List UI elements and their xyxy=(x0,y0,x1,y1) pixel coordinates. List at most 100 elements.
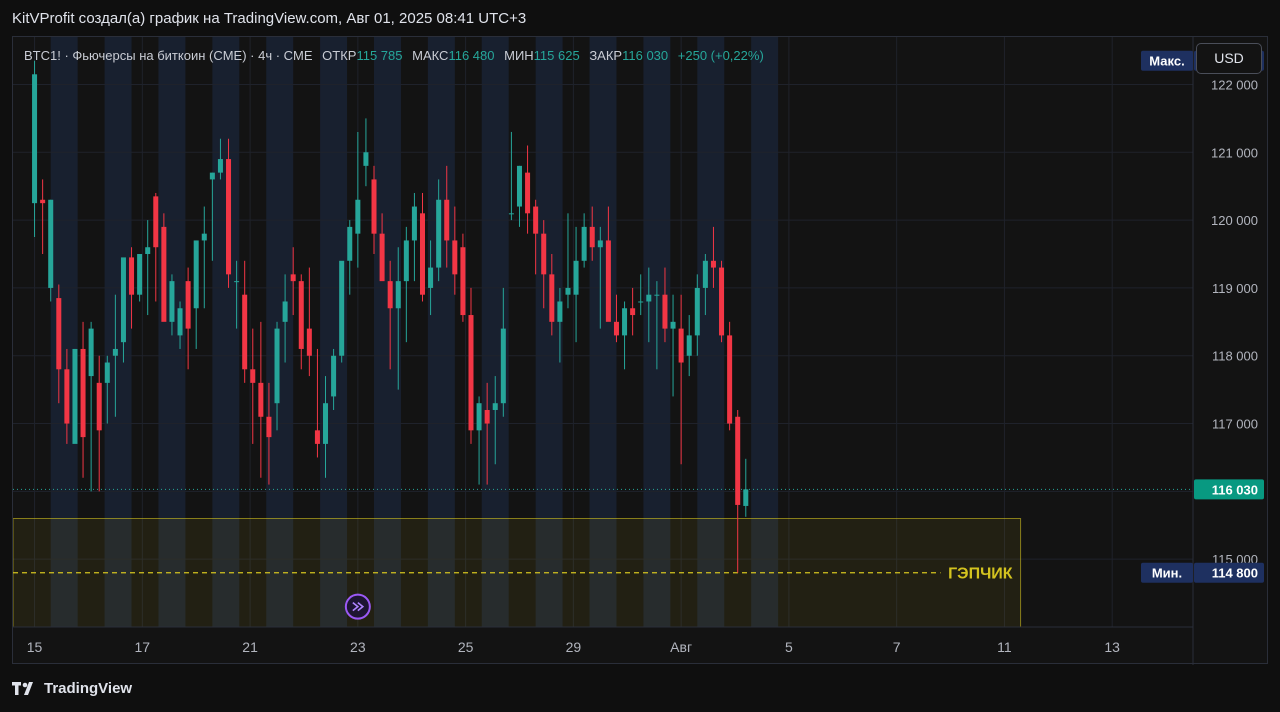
candlestick-chart[interactable]: ГЭПЧИК115 000116 000117 000118 000119 00… xyxy=(13,37,1269,665)
candle-body xyxy=(80,348,86,438)
min-badge-value: 114 800 xyxy=(1212,566,1258,581)
legend-open-value: 115 785 xyxy=(356,48,403,63)
candle-body xyxy=(516,165,522,207)
candle-body xyxy=(306,328,312,356)
candle-body xyxy=(411,206,417,241)
candle-body xyxy=(331,355,337,397)
candle-body xyxy=(428,267,434,288)
legend-high-value: 116 480 xyxy=(448,48,495,63)
candle-body xyxy=(444,199,450,241)
footer-brand-label: TradingView xyxy=(44,680,133,697)
legend-open-label: ОТКР xyxy=(322,48,357,63)
legend-low-label: МИН xyxy=(504,48,534,63)
candle-body xyxy=(226,159,232,275)
candle-body xyxy=(686,335,692,356)
legend-high-label: МАКС xyxy=(412,48,449,63)
chart-frame[interactable]: ГЭПЧИК115 000116 000117 000118 000119 00… xyxy=(12,36,1269,665)
candle-body xyxy=(403,240,409,282)
candle-body xyxy=(48,199,54,288)
x-tick-label: 13 xyxy=(1104,639,1120,655)
candle-body xyxy=(193,240,199,309)
candle-body xyxy=(573,260,579,295)
last-price-badge-value: 116 030 xyxy=(1212,482,1258,497)
x-tick-label: 17 xyxy=(135,639,151,655)
y-tick-label: 121 000 xyxy=(1211,145,1258,160)
candle-body xyxy=(735,416,741,505)
candle-body xyxy=(339,260,345,356)
x-tick-label: 23 xyxy=(350,639,366,655)
candle-body xyxy=(387,281,393,309)
candle-body xyxy=(56,298,62,370)
candle-body xyxy=(492,403,498,410)
candle-body xyxy=(120,257,126,343)
page-title: KitVProfit создал(а) график на TradingVi… xyxy=(12,10,527,27)
candle-body xyxy=(32,74,38,204)
currency-button[interactable]: USD xyxy=(1196,43,1262,74)
candle-body xyxy=(363,152,369,166)
candle-body xyxy=(436,199,442,268)
candle-body xyxy=(662,294,668,329)
candle-body xyxy=(694,287,700,336)
y-tick-label: 120 000 xyxy=(1211,213,1258,228)
candle-body xyxy=(250,369,256,383)
candle-body xyxy=(169,281,175,322)
candle-body xyxy=(290,274,296,282)
candle-body xyxy=(112,348,118,356)
candle-body xyxy=(525,172,531,214)
footer-brand[interactable]: TradingView xyxy=(12,680,132,697)
x-tick-label: 11 xyxy=(997,639,1012,655)
candle-body xyxy=(508,213,514,215)
candle-body xyxy=(605,240,611,322)
y-tick-label: 117 000 xyxy=(1212,417,1258,432)
candle-body xyxy=(678,328,684,363)
candle-body xyxy=(419,213,426,295)
candle-body xyxy=(137,254,143,295)
candle-body xyxy=(379,233,385,282)
y-tick-label: 118 000 xyxy=(1212,349,1258,364)
candle-body xyxy=(460,247,466,316)
tradingview-logo-icon xyxy=(12,681,33,695)
x-tick-label: 7 xyxy=(893,639,901,655)
candle-body xyxy=(589,226,595,248)
x-tick-label: 21 xyxy=(242,639,258,655)
candle-body xyxy=(646,294,652,302)
candle-body xyxy=(347,226,353,261)
candle-body xyxy=(743,489,749,506)
y-tick-label: 122 000 xyxy=(1211,77,1258,92)
min-badge-label: Мин. xyxy=(1152,566,1182,581)
x-tick-label: 25 xyxy=(458,639,474,655)
candle-body xyxy=(282,301,288,322)
candle-body xyxy=(217,159,223,173)
candle-body xyxy=(72,348,78,444)
symbol-legend: BTC1! · Фьючерсы на биткоин (CME) · 4ч ·… xyxy=(24,48,764,63)
candle-body xyxy=(484,409,490,424)
candle-body xyxy=(161,226,167,322)
x-tick-label: 15 xyxy=(27,639,43,655)
candle-body xyxy=(719,267,725,336)
candle-body xyxy=(64,369,70,424)
candle-body xyxy=(145,247,151,255)
legend-low-value: 115 625 xyxy=(533,48,580,63)
x-tick-label: Авг xyxy=(670,639,692,655)
candle-body xyxy=(153,196,159,248)
candle-body xyxy=(702,260,708,288)
candle-body xyxy=(104,362,110,383)
candle-body xyxy=(452,240,458,275)
candle-body xyxy=(96,382,102,431)
candle-body xyxy=(613,321,619,336)
candle-body xyxy=(201,233,207,241)
candle-body xyxy=(638,301,644,303)
max-badge-label: Макс. xyxy=(1149,54,1184,69)
candle-body xyxy=(549,274,555,322)
candle-body xyxy=(727,335,733,424)
candle-body xyxy=(40,199,46,204)
candle-body xyxy=(557,301,563,322)
candle-body xyxy=(129,257,135,295)
candle-body xyxy=(500,328,506,404)
candle-body xyxy=(234,281,240,283)
legend-change: +250 (+0,22%) xyxy=(677,48,764,63)
x-tick-label: 29 xyxy=(566,639,582,655)
x-tick-label: 5 xyxy=(785,639,793,655)
candle-body xyxy=(541,233,547,275)
candle-body xyxy=(177,308,183,336)
